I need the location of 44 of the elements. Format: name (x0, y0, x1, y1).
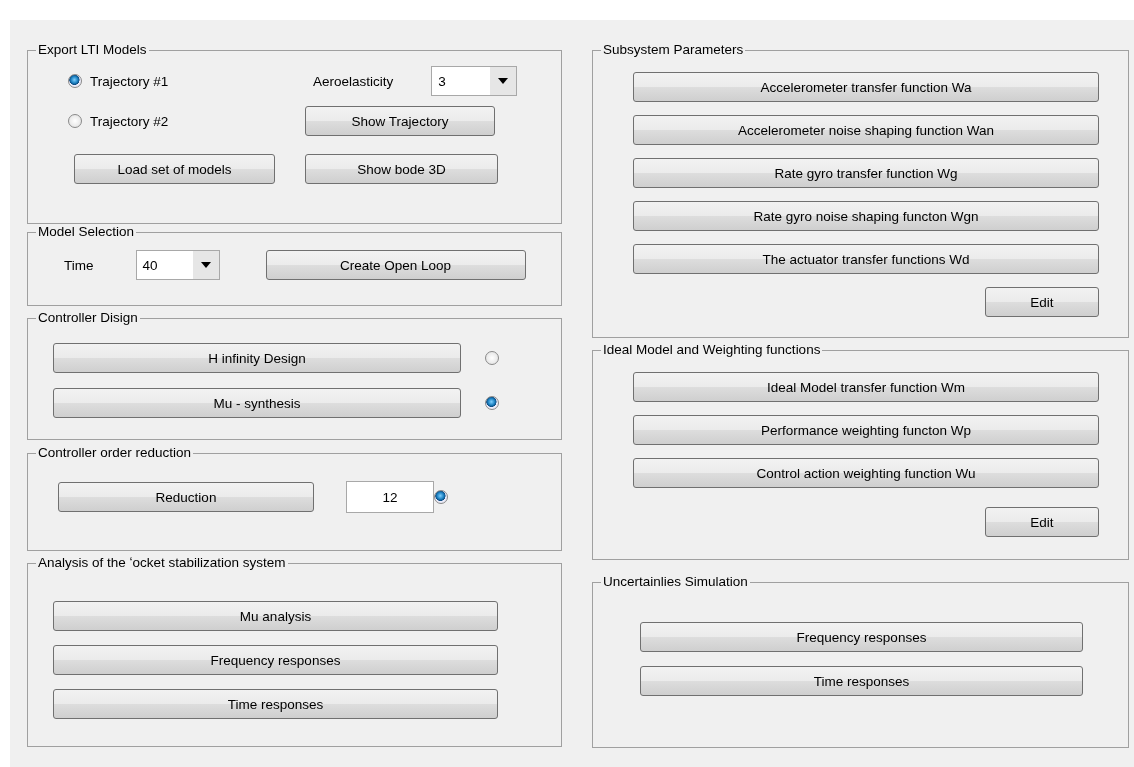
field-label: Time (64, 257, 94, 273)
radio-button[interactable] (434, 490, 448, 504)
design-button[interactable]: Mu - synthesis (53, 388, 461, 418)
analysis-button[interactable]: Time responses (53, 689, 498, 719)
simulation-button[interactable]: Time responses (640, 666, 1083, 696)
show-bode-button[interactable]: Show bode 3D (305, 154, 498, 184)
create-open-loop-button[interactable]: Create Open Loop (265, 250, 526, 280)
caret-icon (200, 262, 211, 268)
edit-button[interactable]: Edit (985, 287, 1099, 317)
panel-title: Export LTI Models (37, 42, 148, 58)
panel-title: Uncertainlies Simulation (602, 574, 749, 590)
panel-title: Analysis of the ʻocket stabilization system (37, 555, 287, 571)
weighting-button[interactable]: Control action weighting function Wu (633, 458, 1099, 488)
simulation-button[interactable]: Frequency responses (640, 622, 1083, 652)
field-label: Aeroelasticity (313, 73, 394, 89)
show-trajectory-button[interactable]: Show Trajectory (305, 106, 495, 136)
edit-button[interactable]: Edit (985, 507, 1099, 537)
panel-title: Subsystem Parameters (602, 42, 745, 58)
radio-button[interactable] (68, 74, 82, 88)
radio-button[interactable] (485, 396, 499, 410)
panel-title: Controller order reduction (37, 445, 193, 461)
panel-title: Model Selection (37, 224, 136, 240)
panel-title: Controller Disign (37, 310, 139, 326)
radio-button[interactable] (68, 114, 82, 128)
analysis-button[interactable]: Mu analysis (53, 601, 498, 631)
weighting-button[interactable]: Ideal Model transfer function Wm (633, 372, 1099, 402)
load-models-button[interactable]: Load set of models (74, 154, 275, 184)
parameter-button[interactable]: Rate gyro transfer function Wg (633, 158, 1099, 188)
parameter-button[interactable]: Accelerometer noise shaping function Wan (633, 115, 1099, 145)
radio-button[interactable] (485, 351, 499, 365)
dropdown[interactable]: 40 (135, 250, 220, 280)
radio-label[interactable]: Trajectory #1 (90, 73, 169, 89)
analysis-button[interactable]: Frequency responses (53, 645, 498, 675)
caret-icon (498, 78, 509, 84)
radio-label[interactable]: Trajectory #2 (90, 113, 169, 129)
design-button[interactable]: H infinity Design (53, 343, 461, 373)
panel-title: Ideal Model and Weighting functions (602, 342, 822, 358)
dropdown[interactable]: 3 (431, 66, 518, 96)
weighting-button[interactable]: Performance weighting functon Wp (633, 415, 1099, 445)
order-field[interactable]: 12 (346, 481, 434, 513)
parameter-button[interactable]: Accelerometer transfer function Wa (633, 72, 1099, 102)
parameter-button[interactable]: The actuator transfer functions Wd (633, 244, 1099, 274)
reduction-button[interactable]: Reduction (58, 482, 314, 512)
parameter-button[interactable]: Rate gyro noise shaping functon Wgn (633, 201, 1099, 231)
